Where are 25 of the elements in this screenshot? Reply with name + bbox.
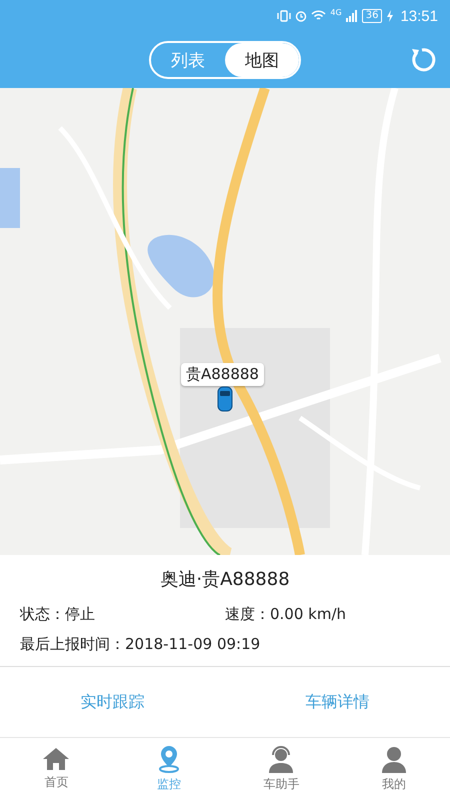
nav-tab[interactable]: 我的	[338, 738, 450, 800]
view-tab[interactable]: 地图	[225, 43, 299, 77]
person-icon	[380, 745, 408, 773]
nav-tab[interactable]: 车助手	[225, 738, 338, 800]
action-link[interactable]: 车辆详情	[225, 667, 450, 737]
vehicle-marker-label: 贵A88888	[181, 363, 264, 386]
nav-tab[interactable]: 首页	[0, 738, 112, 800]
signal-icon	[346, 10, 358, 22]
last-report-text: 最后上报时间：2018-11-09 09:19	[20, 634, 260, 654]
speed-text: 速度：0.00 km/h	[225, 604, 348, 624]
clock: 13:51	[400, 8, 438, 24]
status-text: 状态：停止	[20, 604, 96, 624]
home-icon	[42, 747, 70, 771]
view-tab[interactable]: 列表	[151, 43, 225, 77]
vibrate-icon	[277, 10, 292, 22]
nav-tab[interactable]: 监控	[112, 738, 225, 800]
alarm-icon	[295, 10, 308, 22]
wifi-icon	[311, 10, 326, 22]
charging-icon	[386, 10, 394, 22]
support-agent-icon	[267, 745, 296, 773]
vehicle-title: 奥迪·贵A88888	[159, 568, 291, 591]
network-label: 4G	[330, 8, 342, 17]
car-icon[interactable]	[217, 386, 233, 412]
action-link[interactable]: 实时跟踪	[0, 667, 225, 737]
battery-level: 36	[362, 9, 382, 23]
